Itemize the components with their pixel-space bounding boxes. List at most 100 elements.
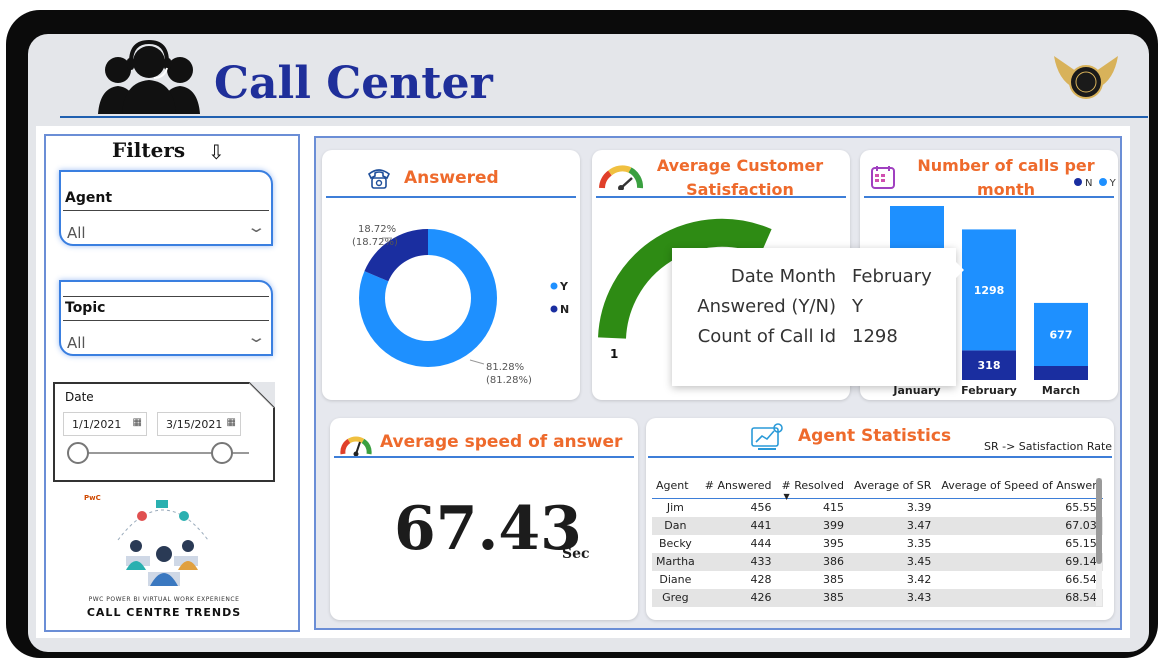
speed-card[interactable]: Average speed of answer 67.43 Sec [330, 418, 638, 620]
data-label-y-march: 677 [1050, 328, 1073, 341]
cell-agent: Jim [666, 501, 684, 515]
table-row[interactable]: Martha 433 386 3.45 69.14 [652, 552, 1103, 571]
agent-slicer-label: Agent [65, 190, 113, 206]
cell-agent: Greg [652, 588, 701, 607]
legend-n-label[interactable]: N [560, 303, 569, 316]
agent-stats-table: Agent # Answered # Resolved ▼ Average of … [652, 476, 1103, 607]
cell-resolved: 415 [822, 501, 844, 515]
cell-avg-speed: 69.14 [937, 552, 1103, 571]
donut-slices [359, 229, 497, 367]
cell-avg-speed: 67.03 [937, 516, 1103, 535]
filter-panel: Filters ⇩ Agent All ⌄ Topic All ⌄ Date 1… [44, 134, 300, 632]
calendar-icon[interactable]: ▦ [133, 417, 142, 428]
agent-slicer[interactable]: Agent All ⌄ [59, 170, 273, 246]
data-label-y-february: 1298 [974, 284, 1005, 297]
donut-label-y-sub: (81.28%) [486, 375, 532, 386]
cell-avg-sr: 3.45 [849, 552, 938, 571]
topic-slicer-value[interactable]: All [67, 334, 86, 352]
tooltip-key: Answered (Y/N) [697, 296, 836, 317]
legend-y-label[interactable]: Y [1110, 178, 1116, 189]
column-header-avg-speed[interactable]: Average of Speed of Answer [937, 476, 1103, 499]
donut-label-n: 18.72% [358, 224, 396, 235]
agent-stats-note: SR -> Satisfaction Rate [984, 440, 1113, 453]
cell-agent: Becky [658, 537, 692, 550]
date-slider-end-handle[interactable] [211, 442, 233, 464]
cell-resolved: 395 [822, 537, 844, 550]
agent-slicer-value[interactable]: All [67, 224, 86, 242]
cell-avg-speed: 66.54 [1065, 573, 1097, 586]
topic-slicer-divider [63, 320, 269, 321]
legend-n-label[interactable]: N [1085, 178, 1092, 189]
column-header-agent[interactable]: Agent [652, 476, 701, 499]
chevron-down-icon[interactable]: ⌄ [247, 328, 267, 346]
column-header-resolved[interactable]: # Resolved ▼ [777, 476, 850, 501]
cell-avg-speed: 65.55 [1065, 501, 1097, 515]
gauge-min-label: 1 [610, 347, 618, 361]
date-slider-start-handle[interactable] [67, 442, 89, 464]
table-row[interactable]: Greg 426 385 3.43 68.54 [652, 588, 1103, 607]
cell-answered: 441 [700, 516, 778, 535]
cell-avg-sr: 3.47 [849, 516, 938, 535]
column-header-avg-sr[interactable]: Average of SR [849, 476, 938, 499]
bar-n-march[interactable] [1034, 366, 1088, 380]
donut-label-n-sub: (18.72%) [352, 237, 398, 248]
end-date-input[interactable]: 3/15/2021 ▦ [157, 412, 241, 436]
x-tick-label: March [1042, 384, 1080, 397]
promo-title: CALL CENTRE TRENDS [86, 606, 242, 619]
cell-avg-speed: 68.54 [937, 588, 1103, 607]
table-row[interactable]: Diane 428 385 3.42 66.54 [652, 571, 1103, 589]
cell-answered: 444 [750, 537, 772, 550]
tooltip-pointer [956, 262, 964, 278]
start-date-input[interactable]: 1/1/2021 ▦ [63, 412, 147, 436]
cell-answered: 456 [750, 501, 772, 515]
speedometer-icon [340, 436, 372, 456]
table-row[interactable]: Jim 456 415 3.39 65.55 [652, 499, 1103, 517]
folded-corner [249, 382, 275, 408]
winged-emblem-logo [1054, 56, 1118, 99]
table-scrollbar-thumb[interactable] [1096, 478, 1102, 564]
legend-y-label[interactable]: Y [559, 280, 569, 293]
agent-stats-title: Agent Statistics [798, 426, 952, 446]
answered-card[interactable]: Answered 18.72% (18.72%) 81.28% (81.28%)… [322, 150, 580, 400]
table-row[interactable]: Dan 441 399 3.47 67.03 [652, 516, 1103, 535]
column-header-resolved-label: # Resolved [781, 479, 844, 492]
header: Call Center [28, 34, 1149, 118]
agent-stats-card[interactable]: Agent Statistics SR -> Satisfaction Rate… [646, 418, 1114, 620]
cell-answered: 428 [750, 573, 772, 586]
cell-agent: Dan [652, 516, 701, 535]
cell-agent: Martha [652, 552, 701, 571]
legend-y-dot [1098, 178, 1107, 186]
topic-slicer-top-divider [63, 296, 269, 297]
cell-resolved: 399 [777, 516, 850, 535]
filters-title: Filters [112, 138, 186, 162]
data-label-n-february: 318 [978, 359, 1001, 372]
calendar-icon[interactable]: ▦ [227, 417, 236, 428]
telephone-icon [367, 169, 391, 189]
calendar-icon [871, 166, 895, 189]
window-frame: Call Center Filters ⇩ Agent All ⌄ Topic [6, 10, 1158, 658]
table-row[interactable]: Becky 444 395 3.35 65.15 [652, 535, 1103, 553]
answered-donut-chart[interactable]: 18.72% (18.72%) 81.28% (81.28%) Y N [322, 198, 580, 398]
speed-underline [334, 456, 634, 458]
down-arrow-icon: ⇩ [208, 140, 225, 164]
speed-value: 67.43 [394, 494, 582, 564]
chevron-down-icon[interactable]: ⌄ [247, 218, 267, 236]
cell-answered: 426 [700, 588, 778, 607]
tooltip-value: February [852, 266, 932, 287]
tooltip-value: 1298 [852, 326, 898, 347]
legend-n-dot [550, 305, 558, 313]
x-tick-label: February [961, 384, 1017, 397]
answered-title: Answered [404, 168, 499, 188]
date-slicer: Date 1/1/2021 ▦ 3/15/2021 ▦ [53, 382, 275, 482]
cell-avg-sr: 3.43 [849, 588, 938, 607]
topic-slicer-label: Topic [65, 300, 106, 316]
column-header-answered[interactable]: # Answered [700, 476, 778, 499]
sort-desc-icon[interactable]: ▼ [784, 492, 790, 501]
topic-slicer[interactable]: Topic All ⌄ [59, 280, 273, 356]
tooltip-key: Count of Call Id [697, 326, 836, 347]
dashboard-canvas: Call Center Filters ⇩ Agent All ⌄ Topic [28, 34, 1149, 652]
agent-stats-underline [648, 456, 1112, 458]
date-slicer-label: Date [65, 390, 94, 404]
cell-resolved: 386 [777, 552, 850, 571]
cell-avg-sr: 3.35 [906, 537, 932, 550]
